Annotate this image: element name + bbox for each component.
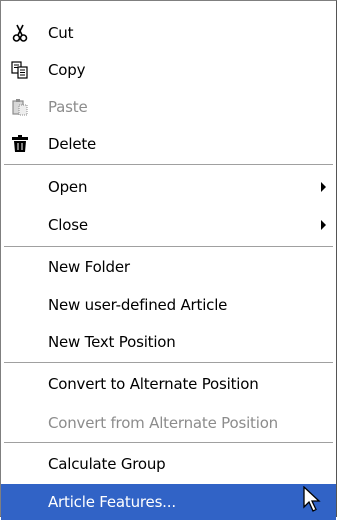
menu-item-calculate-group[interactable]: Calculate Group bbox=[1, 446, 336, 482]
menu-item-new-folder[interactable]: New Folder bbox=[1, 249, 336, 285]
menu-item-paste[interactable]: Paste bbox=[1, 89, 336, 125]
menu-item-label: Calculate Group bbox=[48, 455, 166, 473]
menu-separator bbox=[4, 442, 333, 444]
menu-item-label: Article Features... bbox=[48, 493, 176, 511]
menu-separator bbox=[4, 164, 333, 166]
trash-icon bbox=[12, 135, 28, 152]
menu-item-new-text-position[interactable]: New Text Position bbox=[1, 324, 336, 360]
menu-item-label: Close bbox=[48, 216, 88, 234]
menu-item-label: New user-defined Article bbox=[48, 296, 228, 314]
submenu-arrow-icon bbox=[321, 182, 326, 192]
menu-item-label: Cut bbox=[48, 24, 74, 42]
menu-item-label: Open bbox=[48, 178, 88, 196]
menu-item-new-user-defined-article[interactable]: New user-defined Article bbox=[1, 287, 336, 323]
menu-item-label: Convert to Alternate Position bbox=[48, 375, 259, 393]
submenu-arrow-icon bbox=[321, 220, 326, 230]
menu-item-copy[interactable]: Copy bbox=[1, 52, 336, 88]
menu-item-article-features[interactable]: Article Features... bbox=[1, 484, 336, 520]
menu-item-label: New Folder bbox=[48, 258, 130, 276]
menu-item-label: Copy bbox=[48, 61, 86, 79]
menu-item-close[interactable]: Close bbox=[1, 207, 336, 243]
menu-separator bbox=[4, 246, 333, 248]
menu-item-label: New Text Position bbox=[48, 333, 176, 351]
copy-icon bbox=[11, 61, 28, 79]
menu-item-convert-from-alternate[interactable]: Convert from Alternate Position bbox=[1, 405, 336, 441]
menu-item-convert-to-alternate[interactable]: Convert to Alternate Position bbox=[1, 366, 336, 402]
context-menu: Cut Copy Paste Delete Open Close New Fol… bbox=[0, 0, 337, 520]
menu-item-label: Delete bbox=[48, 135, 97, 153]
menu-separator bbox=[4, 362, 333, 364]
paste-icon bbox=[12, 99, 28, 116]
scissors-icon bbox=[12, 24, 28, 42]
menu-item-open[interactable]: Open bbox=[1, 169, 336, 205]
menu-item-label: Convert from Alternate Position bbox=[48, 414, 278, 432]
menu-item-cut[interactable]: Cut bbox=[1, 15, 336, 51]
menu-item-label: Paste bbox=[48, 98, 88, 116]
menu-item-delete[interactable]: Delete bbox=[1, 126, 336, 162]
mouse-pointer-icon bbox=[303, 486, 321, 512]
